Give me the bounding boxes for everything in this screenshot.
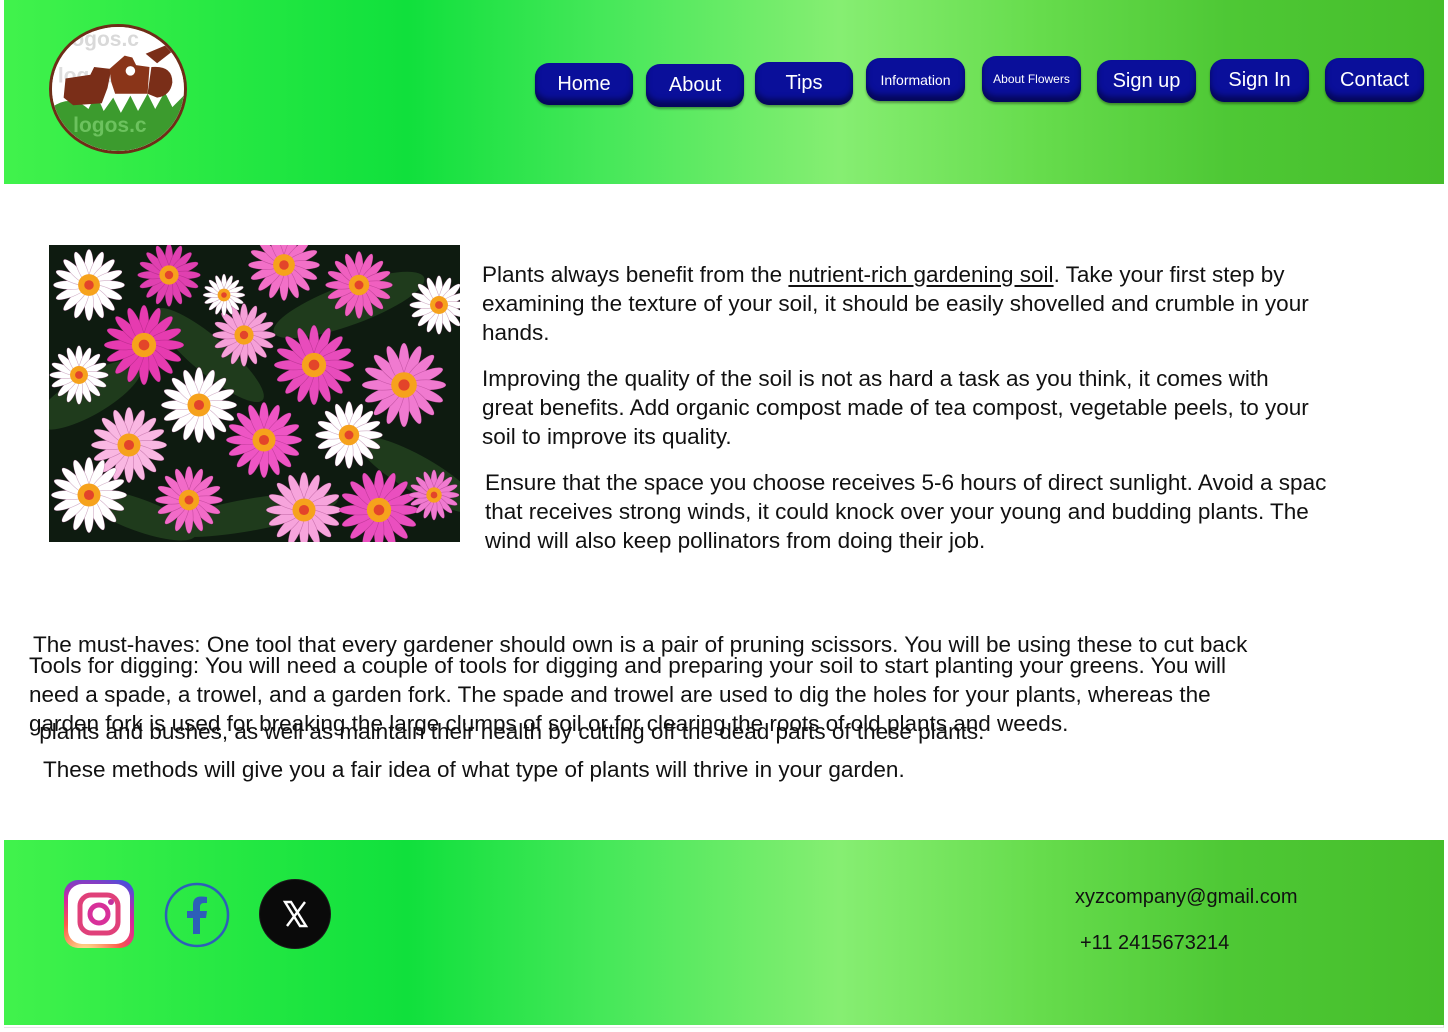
page-frame: logos.c logos logos.c Home About Tips In… <box>4 0 1444 1028</box>
paragraph-soil-benefit: Plants always benefit from the nutrient-… <box>482 260 1309 347</box>
text-line: examining the texture of your soil, it s… <box>482 291 1309 316</box>
text-line: Ensure that the space you choose receive… <box>485 470 1327 495</box>
text-line: soil to improve its quality. <box>482 424 732 449</box>
x-twitter-link[interactable] <box>260 880 330 948</box>
site-logo[interactable]: logos.c logos logos.c <box>49 24 187 154</box>
instagram-link[interactable] <box>64 880 134 948</box>
text-line: garden fork is used for breaking the lar… <box>29 711 1069 736</box>
main-content: Plants always benefit from the nutrient-… <box>4 184 1444 840</box>
site-header: logos.c logos logos.c Home About Tips In… <box>4 0 1444 184</box>
site-footer: xyzcompany@gmail.com +11 2415673214 <box>4 840 1444 1025</box>
text-line: wind will also keep pollinators from doi… <box>485 528 986 553</box>
flower-image-icon <box>49 245 460 542</box>
nav-tips-button[interactable]: Tips <box>755 62 853 105</box>
svg-text:logos.c: logos.c <box>73 114 147 137</box>
facebook-icon <box>164 882 230 948</box>
text-line: Tools for digging: You will need a coupl… <box>29 653 1227 678</box>
paragraph-methods: These methods will give you a fair idea … <box>43 755 905 784</box>
text-line: that receives strong winds, it could kno… <box>485 499 1309 524</box>
paragraph-soil-quality: Improving the quality of the soil is not… <box>482 364 1309 451</box>
soil-text-start: Plants always benefit from the <box>482 262 789 287</box>
nav-about-flowers-button[interactable]: About Flowers <box>982 56 1081 102</box>
text-line: hands. <box>482 320 550 345</box>
footer-email[interactable]: xyzcompany@gmail.com <box>1075 886 1298 909</box>
nav-information-button[interactable]: Information <box>866 58 965 101</box>
instagram-icon <box>68 884 130 944</box>
x-icon <box>282 900 309 928</box>
paragraph-sunlight: Ensure that the space you choose receive… <box>485 468 1444 555</box>
svg-text:logos.c: logos.c <box>66 28 140 51</box>
text-line: great benefits. Add organic compost made… <box>482 395 1309 420</box>
facebook-link[interactable] <box>164 882 230 948</box>
text-line: need a spade, a trowel, and a garden for… <box>29 682 1211 707</box>
nav-home-button[interactable]: Home <box>535 63 633 105</box>
nav-sign-up-button[interactable]: Sign up <box>1097 60 1196 103</box>
nav-sign-in-button[interactable]: Sign In <box>1210 59 1309 102</box>
nav-about-button[interactable]: About <box>646 64 744 107</box>
soil-text-end: . Take your first step by <box>1053 262 1285 287</box>
daisy-flowers-image <box>49 245 460 542</box>
footer-phone[interactable]: +11 2415673214 <box>1080 932 1229 955</box>
nav-contact-button[interactable]: Contact <box>1325 58 1424 102</box>
nutrient-soil-link[interactable]: nutrient-rich gardening soil <box>788 262 1053 287</box>
text-line: Improving the quality of the soil is not… <box>482 366 1269 391</box>
garden-tools-logo-icon: logos.c logos logos.c <box>52 27 184 151</box>
paragraph-digging-tools: Tools for digging: You will need a coupl… <box>29 651 1226 738</box>
text-line: These methods will give you a fair idea … <box>43 757 905 782</box>
